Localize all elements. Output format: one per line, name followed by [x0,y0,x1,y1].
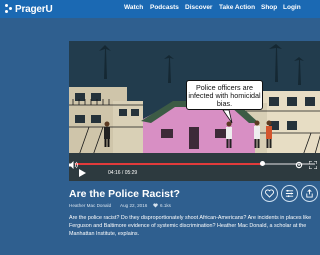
sliders-icon [285,189,294,198]
likes-label: 6.1ks [160,203,171,208]
prageru-logo[interactable]: PragerU [4,3,53,15]
publish-date: Aug 22, 2016 [120,203,148,208]
progress-fill [75,163,263,165]
video-player[interactable]: Police officers are infected with homici… [69,41,320,181]
progress-bar[interactable] [75,161,315,166]
logo-icon [4,4,12,14]
play-icon[interactable] [79,169,86,177]
top-nav: PragerU Watch Podcasts Discover Take Act… [0,0,320,18]
video-controls: 04:16 / 05:29 [69,161,320,181]
video-frame-illustration [69,41,320,181]
speech-bubble: Police officers are infected with homici… [186,80,263,110]
progress-handle[interactable] [259,161,265,166]
playlist-button[interactable] [281,185,298,202]
current-time: 04:16 [108,170,121,176]
video-title: Are the Police Racist? [69,188,180,200]
nav-shop[interactable]: Shop [261,4,277,11]
share-icon [306,189,313,198]
settings-icon[interactable] [295,161,303,169]
heart-small-icon [153,203,158,208]
heart-icon [265,189,274,198]
nav-login[interactable]: Login [283,4,301,11]
video-description: Are the police racist? Do they dispropor… [69,215,312,238]
duration: 05:29 [124,170,138,176]
nav-podcasts[interactable]: Podcasts [150,4,179,11]
like-button[interactable] [261,185,278,202]
volume-icon[interactable] [69,161,78,169]
nav-watch[interactable]: Watch [124,4,143,11]
logo-text: PragerU [15,3,53,15]
nav-take-action[interactable]: Take Action [219,4,255,11]
share-button[interactable] [301,185,318,202]
nav-discover[interactable]: Discover [185,4,212,11]
fullscreen-icon[interactable] [309,161,317,169]
author-name[interactable]: Heather Mac Donald [69,203,111,208]
likes-count: 6.1ks [153,203,171,208]
time-display: 04:16 / 05:29 [108,170,138,176]
